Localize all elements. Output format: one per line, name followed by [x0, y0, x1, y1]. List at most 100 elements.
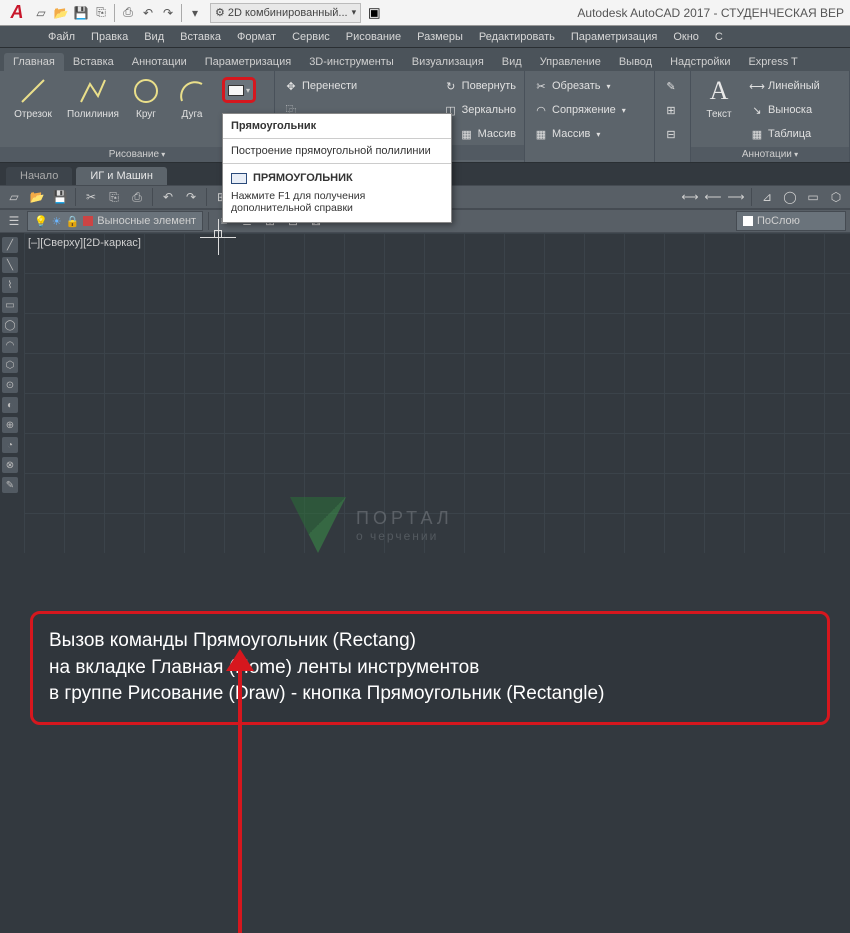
dock-icon[interactable]: ◐: [2, 397, 18, 413]
dock-icon[interactable]: ◠: [2, 337, 18, 353]
tb-icon[interactable]: 💾: [50, 187, 70, 207]
plot-icon[interactable]: ⎙: [119, 4, 137, 22]
menu-parametric[interactable]: Параметризация: [563, 31, 665, 43]
tab-manage[interactable]: Управление: [531, 53, 610, 71]
dock-icon[interactable]: ⊙: [2, 377, 18, 393]
array-button[interactable]: ▦Массив▾: [531, 123, 648, 145]
dock-icon[interactable]: ⊗: [2, 457, 18, 473]
undo-icon[interactable]: ↶: [139, 4, 157, 22]
line-button[interactable]: Отрезок: [6, 75, 60, 147]
tb-icon[interactable]: 📂: [27, 187, 47, 207]
menu-window[interactable]: Окно: [665, 31, 707, 43]
menu-file[interactable]: Файл: [40, 31, 83, 43]
tb-icon[interactable]: ▱: [4, 187, 24, 207]
dock-icon[interactable]: ◯: [2, 317, 18, 333]
ext1-button[interactable]: ✎: [661, 75, 684, 97]
menu-help[interactable]: С: [707, 31, 731, 43]
menu-edit[interactable]: Правка: [83, 31, 136, 43]
tab-visualize[interactable]: Визуализация: [403, 53, 493, 71]
menu-modify[interactable]: Редактировать: [471, 31, 563, 43]
tab-express[interactable]: Express T: [739, 53, 806, 71]
dock-icon[interactable]: ⊕: [2, 417, 18, 433]
move-button[interactable]: ✥Перенести ↻Повернуть: [281, 75, 518, 97]
circle-button[interactable]: Круг: [126, 75, 166, 147]
workspace-extra-icon[interactable]: ▣: [365, 4, 383, 22]
gear-icon: ⚙: [215, 6, 225, 19]
tab-parametric[interactable]: Параметризация: [196, 53, 300, 71]
ext3-button[interactable]: ⊟: [661, 123, 684, 145]
redo-icon[interactable]: ↷: [159, 4, 177, 22]
save-icon[interactable]: 💾: [72, 4, 90, 22]
layer-combo[interactable]: 💡 ☀ 🔒 Выносные элемент: [27, 211, 203, 231]
title-bar: A ▱ 📂 💾 ⎘ ⎙ ↶ ↷ ▾ ⚙ 2D комбинированный..…: [0, 0, 850, 26]
open-icon[interactable]: 📂: [52, 4, 70, 22]
panel-annotation: A Текст ⟷Линейный ↘Выноска ▦Таблица Анно…: [691, 71, 850, 162]
workspace-switcher[interactable]: ⚙ 2D комбинированный... ▾: [210, 3, 361, 23]
bylayer-combo[interactable]: ПоСлою: [736, 211, 846, 231]
separator: [114, 4, 115, 22]
fillet-button[interactable]: ◠Сопряжение▾: [531, 99, 648, 121]
tb-icon[interactable]: ◯: [780, 187, 800, 207]
trim-button[interactable]: ✂Обрезать▾: [531, 75, 648, 97]
text-button[interactable]: A Текст: [697, 75, 741, 147]
color-swatch: [743, 216, 753, 226]
tb-icon[interactable]: ⟵: [703, 187, 723, 207]
app-menu-button[interactable]: A: [2, 1, 32, 25]
tb-icon[interactable]: ✂: [81, 187, 101, 207]
tb-icon[interactable]: ⬡: [826, 187, 846, 207]
new-icon[interactable]: ▱: [32, 4, 50, 22]
tooltip-header[interactable]: Прямоугольник: [223, 114, 451, 139]
trim-label: Обрезать: [552, 80, 601, 92]
ribbon-tab-strip: Главная Вставка Аннотации Параметризация…: [0, 48, 850, 71]
tb-icon[interactable]: ⟶: [726, 187, 746, 207]
tab-output[interactable]: Вывод: [610, 53, 661, 71]
menu-tools[interactable]: Сервис: [284, 31, 338, 43]
panel-modify2: ✂Обрезать▾ ◠Сопряжение▾ ▦Массив▾: [525, 71, 655, 162]
table-button[interactable]: ▦Таблица: [747, 123, 822, 145]
tb-icon[interactable]: ⟷: [680, 187, 700, 207]
tab-home[interactable]: Главная: [4, 53, 64, 71]
dock-icon[interactable]: ╱: [2, 237, 18, 253]
tab-3dtools[interactable]: 3D-инструменты: [300, 53, 403, 71]
drawing-area[interactable]: [–][Сверху][2D-каркас] ╱ ╲ ⌇ ▭ ◯ ◠ ⬡ ⊙ ◐…: [0, 233, 850, 553]
tb-icon[interactable]: ▭: [803, 187, 823, 207]
arc-button[interactable]: Дуга: [172, 75, 212, 147]
menu-draw[interactable]: Рисование: [338, 31, 409, 43]
tab-view[interactable]: Вид: [493, 53, 531, 71]
tb-icon[interactable]: ↶: [158, 187, 178, 207]
instruction-line-1: Вызов команды Прямоугольник (Rectang): [49, 628, 811, 655]
ext2-button[interactable]: ⊞: [661, 99, 684, 121]
workspace-label: 2D комбинированный...: [228, 7, 348, 19]
tb-icon[interactable]: ⎙: [127, 187, 147, 207]
menu-dimension[interactable]: Размеры: [409, 31, 471, 43]
dim-linear-button[interactable]: ⟷Линейный: [747, 75, 822, 97]
tab-annotate[interactable]: Аннотации: [123, 53, 196, 71]
dock-icon[interactable]: ⬡: [2, 357, 18, 373]
doc-tab-start[interactable]: Начало: [6, 167, 72, 185]
tb-icon[interactable]: ⊿: [757, 187, 777, 207]
dock-icon[interactable]: ╲: [2, 257, 18, 273]
panel-annotation-title[interactable]: Аннотации: [691, 147, 849, 162]
left-tool-dock: ╱ ╲ ⌇ ▭ ◯ ◠ ⬡ ⊙ ◐ ⊕ ◔ ⊗ ✎: [2, 237, 20, 493]
layer-props-icon[interactable]: ☰: [4, 211, 24, 231]
rectangle-split-button[interactable]: ▾: [222, 77, 256, 103]
menu-insert[interactable]: Вставка: [172, 31, 229, 43]
doc-tab-active[interactable]: ИГ и Машин: [76, 167, 167, 185]
viewport-label[interactable]: [–][Сверху][2D-каркас]: [28, 237, 141, 249]
menu-view[interactable]: Вид: [136, 31, 172, 43]
dock-icon[interactable]: ✎: [2, 477, 18, 493]
dock-icon[interactable]: ◔: [2, 437, 18, 453]
polyline-button[interactable]: Полилиния: [66, 75, 120, 147]
dock-icon[interactable]: ⌇: [2, 277, 18, 293]
tb-icon[interactable]: ↷: [181, 187, 201, 207]
menu-format[interactable]: Формат: [229, 31, 284, 43]
qat-more-icon[interactable]: ▾: [186, 4, 204, 22]
tab-addins[interactable]: Надстройки: [661, 53, 739, 71]
dock-icon[interactable]: ▭: [2, 297, 18, 313]
lightbulb-icon: 💡: [34, 215, 48, 228]
leader-button[interactable]: ↘Выноска: [747, 99, 822, 121]
saveas-icon[interactable]: ⎘: [92, 4, 110, 22]
tb-icon[interactable]: ⎘: [104, 187, 124, 207]
layer-name: Выносные элемент: [97, 215, 196, 227]
tab-insert[interactable]: Вставка: [64, 53, 123, 71]
